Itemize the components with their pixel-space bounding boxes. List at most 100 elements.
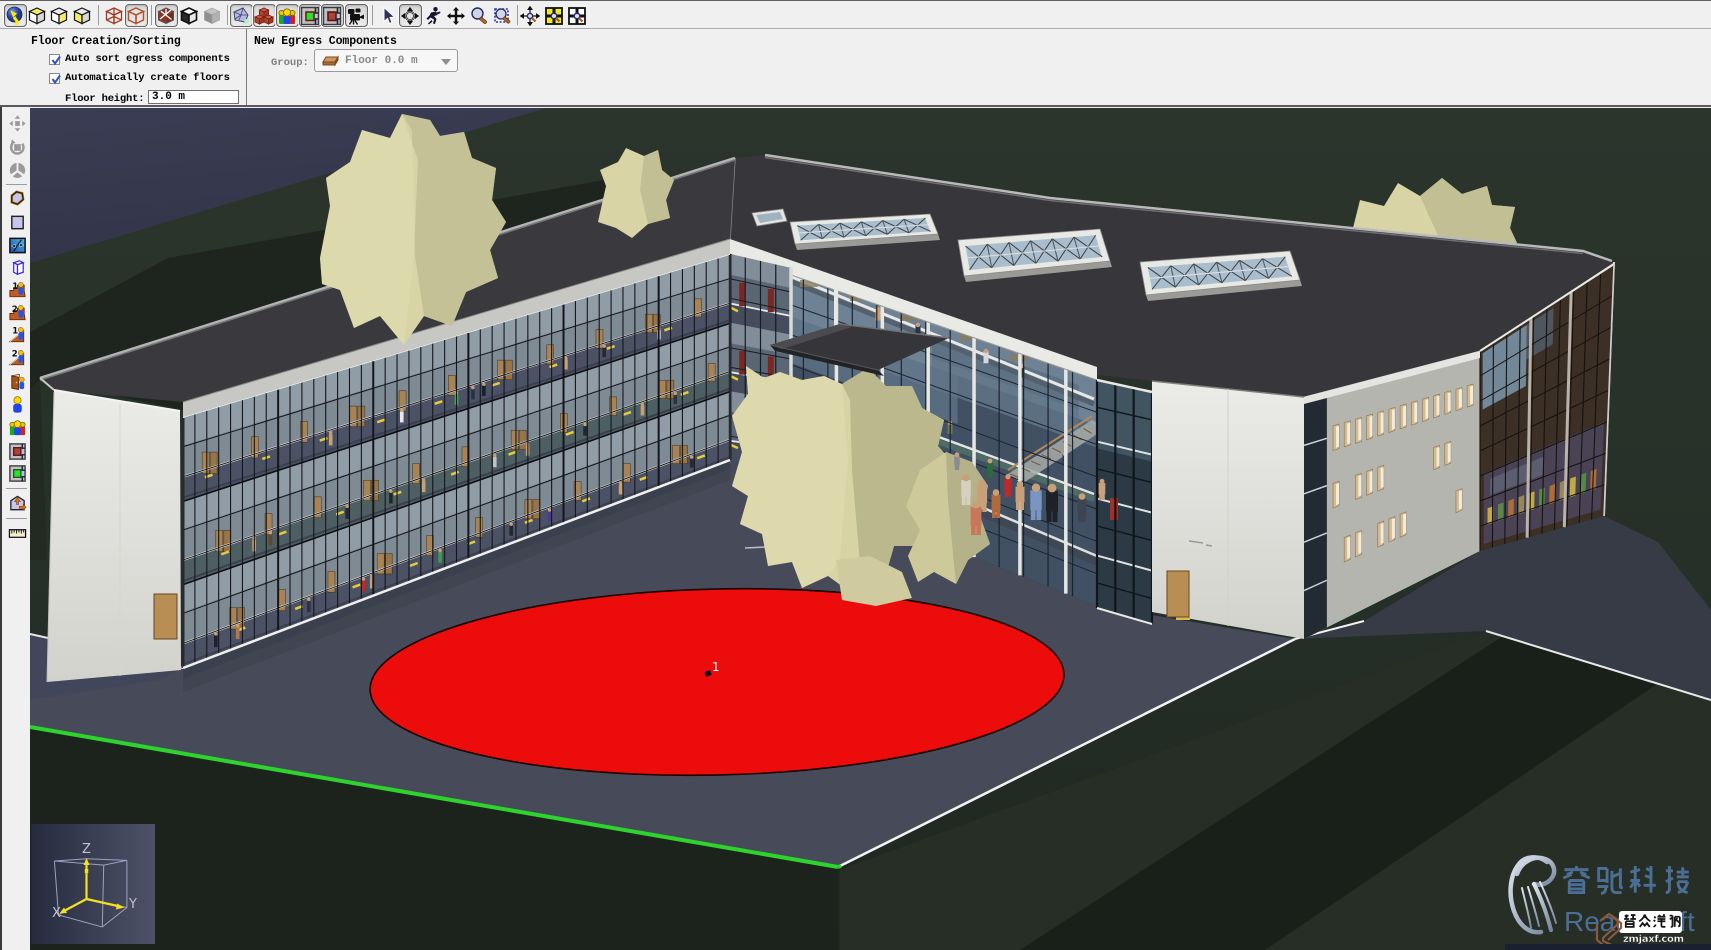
stairs-1-button[interactable]: 1 (7, 280, 27, 300)
cube-hatched-red-icon (156, 6, 176, 26)
zoom-axes-icon (520, 6, 540, 26)
junction-glass (1097, 380, 1152, 624)
rotate-gray-icon (8, 138, 27, 157)
ramp-1-icon: 1 (8, 326, 27, 345)
floor-height-label: Floor height: (65, 93, 144, 105)
checkmark-icon (50, 73, 62, 86)
zoom-magnifier-button[interactable] (468, 4, 491, 27)
door-icon (8, 372, 27, 391)
cube-top-yellow-button[interactable] (26, 4, 49, 27)
camera-red-button[interactable] (7, 441, 27, 461)
wall-box-button[interactable] (7, 257, 27, 277)
zoom-fit-white-button[interactable] (566, 4, 589, 27)
cube-wire-red-top-button[interactable] (125, 4, 148, 27)
movie-camera-button[interactable] (345, 4, 368, 27)
ramp-2-button[interactable]: 2 (7, 348, 27, 368)
draw-polygon-icon (8, 189, 27, 208)
occupant-button[interactable] (7, 394, 27, 414)
measure-blue-button[interactable] (7, 235, 27, 255)
auto-sort-checkbox[interactable] (49, 54, 60, 65)
view-frame-red-icon (322, 6, 342, 26)
measure-blue-icon (8, 236, 27, 255)
view-frame-green-button[interactable] (299, 4, 322, 27)
svg-text:2: 2 (11, 349, 17, 359)
runner-button[interactable] (422, 4, 445, 27)
pan-gray-icon (8, 114, 27, 133)
toolbar-separator (372, 5, 373, 25)
cube-wire-red-icon (104, 6, 124, 26)
axis-gizmo: XYZ (31, 824, 155, 944)
toolbar-separator (151, 5, 152, 25)
ramp-2-icon: 2 (8, 349, 27, 368)
toolbar-separator (227, 5, 228, 25)
cube-wire-red-button[interactable] (103, 4, 126, 27)
elevator-button[interactable] (7, 493, 27, 513)
occupant-group-button[interactable] (7, 417, 27, 437)
ruler-icon (8, 524, 27, 543)
floor-creation-panel-title: Floor Creation/Sorting (31, 35, 181, 48)
cube-wire-red-top-icon (126, 6, 146, 26)
axis-label-z: Z (82, 842, 91, 857)
zoom-axes-button[interactable] (519, 4, 542, 27)
camera-green-button[interactable] (7, 463, 27, 483)
cubes-red-button[interactable] (253, 4, 276, 27)
cube-front-yellow-icon (49, 6, 69, 26)
plane-fragments-button[interactable] (230, 4, 253, 27)
camera-red-icon (8, 442, 27, 461)
viewport-3d[interactable]: 1 XYZ ReachSoft睿驰科技 智淼消防zmjaxf.com (30, 108, 1711, 950)
wall-box-icon (8, 258, 27, 277)
select-sphere-icon (5, 6, 25, 26)
view-frame-red-button[interactable] (321, 4, 344, 27)
door-button[interactable] (7, 371, 27, 391)
people-group-icon (277, 6, 297, 26)
view-frame-green-icon (300, 6, 320, 26)
svg-text:1: 1 (12, 326, 18, 336)
draw-polygon-button[interactable] (7, 188, 27, 208)
sphere-gray-icon (8, 161, 27, 180)
sphere-gray-button[interactable] (7, 160, 27, 180)
draw-rect-button[interactable] (7, 212, 27, 232)
cube-gray-button[interactable] (201, 4, 224, 27)
move-arrows-button[interactable] (445, 4, 468, 27)
stairs-2-button[interactable]: 2 (7, 303, 27, 323)
ruler-button[interactable] (7, 523, 27, 543)
panel-divider (246, 29, 247, 105)
zoom-box-button[interactable] (491, 4, 514, 27)
zoom-box-icon (492, 6, 512, 26)
badge-site: zmjaxf.com (1623, 934, 1684, 945)
cube-outline-button[interactable] (178, 4, 201, 27)
toolbar-separator (98, 5, 99, 25)
scene-canvas[interactable]: 1 XYZ ReachSoft睿驰科技 智淼消防zmjaxf.com (30, 108, 1711, 950)
cube-front-yellow-button[interactable] (48, 4, 71, 27)
orbit-button[interactable] (399, 4, 422, 27)
plane-fragments-icon (231, 6, 251, 26)
move-arrows-icon (446, 6, 466, 26)
camera-green-icon (8, 464, 27, 483)
rotate-gray-button[interactable] (7, 137, 27, 157)
orbit-icon (400, 6, 420, 26)
new-egress-panel-title: New Egress Components (254, 35, 397, 48)
cube-left-yellow-button[interactable] (71, 4, 94, 27)
options-panel-row: Floor Creation/Sorting Auto sort egress … (0, 29, 1711, 107)
cube-gray-icon (202, 6, 222, 26)
cursor-arrow-button[interactable] (377, 4, 400, 27)
cube-outline-icon (179, 6, 199, 26)
zoom-fit-yellow-button[interactable] (543, 4, 566, 27)
auto-floors-checkbox[interactable] (49, 73, 60, 84)
drawing-toolbar: 1 2 1 2 (0, 107, 30, 950)
floor-height-input[interactable] (148, 90, 239, 104)
toolbar-separator (6, 184, 27, 185)
zoom-fit-yellow-icon (544, 6, 564, 26)
stairs-2-icon: 2 (8, 304, 27, 323)
people-group-button[interactable] (276, 4, 299, 27)
group-dropdown[interactable]: Floor 0.0 m (314, 49, 458, 72)
toolbar-separator (6, 518, 27, 519)
elevator-icon (8, 494, 27, 513)
pan-gray-button[interactable] (7, 113, 27, 133)
ramp-1-button[interactable]: 1 (7, 325, 27, 345)
dropdown-arrow-icon (441, 59, 451, 65)
movie-camera-icon (346, 6, 366, 26)
runner-icon (423, 6, 443, 26)
cube-hatched-red-button[interactable] (155, 4, 178, 27)
select-sphere-button[interactable] (4, 4, 27, 27)
